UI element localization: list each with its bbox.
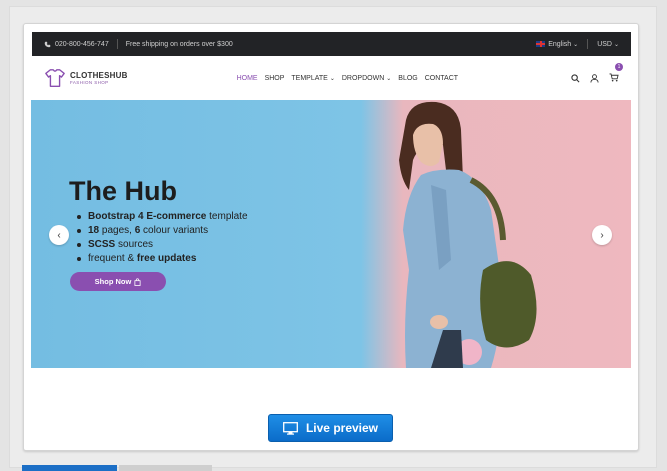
- feature-text: frequent &: [88, 253, 137, 264]
- list-item: Bootstrap 4 E-commerce template: [75, 210, 248, 224]
- nav-item-label: TEMPLATE: [291, 74, 328, 82]
- chevron-right-icon: ›: [600, 229, 604, 241]
- search-icon[interactable]: [571, 73, 580, 83]
- bag-icon: [134, 277, 141, 286]
- nav-item-dropdown[interactable]: DROPDOWN ⌄: [342, 75, 391, 82]
- model-image: [399, 101, 537, 368]
- cart-icon: [609, 73, 619, 82]
- tab-active[interactable]: [22, 465, 117, 471]
- nav-item-home[interactable]: HOME: [237, 75, 258, 82]
- chevron-down-icon: ⌄: [329, 75, 335, 82]
- currency-label: USD: [597, 40, 612, 48]
- feature-bold: Bootstrap 4 E-commerce: [88, 211, 207, 222]
- main-nav: CLOTHESHUB FASHION SHOP HOME SHOP TEMPLA…: [32, 56, 631, 100]
- divider: [116, 39, 118, 49]
- nav-item-contact[interactable]: CONTACT: [425, 75, 458, 82]
- user-icon[interactable]: [590, 73, 599, 83]
- logo-tagline: FASHION SHOP: [70, 80, 109, 85]
- hero-title: The Hub: [69, 176, 177, 206]
- language-select[interactable]: English ⌄: [536, 41, 578, 48]
- logo[interactable]: CLOTHESHUB FASHION SHOP: [44, 67, 128, 89]
- tab-inactive[interactable]: [119, 465, 212, 471]
- cart-button[interactable]: 1: [609, 63, 623, 87]
- phone-number: 020-800-456-747: [55, 40, 109, 48]
- phone-icon: [44, 41, 51, 47]
- slider-prev-button[interactable]: ‹: [49, 225, 69, 245]
- language-label: English: [548, 40, 572, 48]
- nav-item-shop[interactable]: SHOP: [265, 75, 285, 82]
- slider-next-button[interactable]: ›: [592, 225, 612, 245]
- currency-select[interactable]: USD ⌄: [597, 41, 619, 48]
- divider: [587, 39, 589, 49]
- chevron-left-icon: ‹: [57, 229, 61, 241]
- monitor-icon: [283, 421, 298, 435]
- uk-flag-icon: [536, 40, 546, 47]
- tshirt-logo-icon: [45, 69, 65, 87]
- hero-feature-list: Bootstrap 4 E-commerce template 18 pages…: [75, 210, 248, 266]
- feature-bold: free updates: [136, 253, 197, 264]
- feature-bold: 18: [88, 225, 100, 236]
- chevron-down-icon: ⌄: [613, 41, 619, 48]
- live-preview-label: Live preview: [305, 421, 379, 435]
- feature-text: sources: [115, 239, 154, 250]
- phone-info: 020-800-456-747: [44, 41, 109, 48]
- live-preview-button[interactable]: Live preview: [268, 414, 393, 442]
- hero-slider: The Hub Bootstrap 4 E-commerce template …: [31, 100, 631, 368]
- chevron-down-icon: ⌄: [573, 41, 579, 48]
- feature-text: pages,: [99, 225, 135, 236]
- list-item: 18 pages, 6 colour variants: [75, 224, 248, 238]
- shipping-note: Free shipping on orders over $300: [125, 40, 233, 48]
- nav-item-template[interactable]: TEMPLATE ⌄: [291, 75, 334, 82]
- nav-item-label: DROPDOWN: [341, 74, 385, 82]
- shop-now-label: Shop Now: [94, 277, 132, 286]
- top-bar: 020-800-456-747 Free shipping on orders …: [32, 32, 631, 56]
- feature-text: template: [206, 211, 248, 222]
- feature-bold: SCSS: [88, 239, 116, 250]
- chevron-down-icon: ⌄: [386, 75, 392, 82]
- logo-name: CLOTHESHUB: [70, 71, 128, 80]
- nav-item-blog[interactable]: BLOG: [398, 75, 417, 82]
- cart-count-badge: 1: [615, 63, 623, 71]
- nav-menu: HOME SHOP TEMPLATE ⌄ DROPDOWN ⌄ BLOG CONTA…: [237, 75, 459, 82]
- feature-text: colour variants: [140, 225, 209, 236]
- list-item: frequent & free updates: [75, 252, 248, 266]
- shop-now-button[interactable]: Shop Now: [70, 272, 166, 291]
- list-item: SCSS sources: [75, 238, 248, 252]
